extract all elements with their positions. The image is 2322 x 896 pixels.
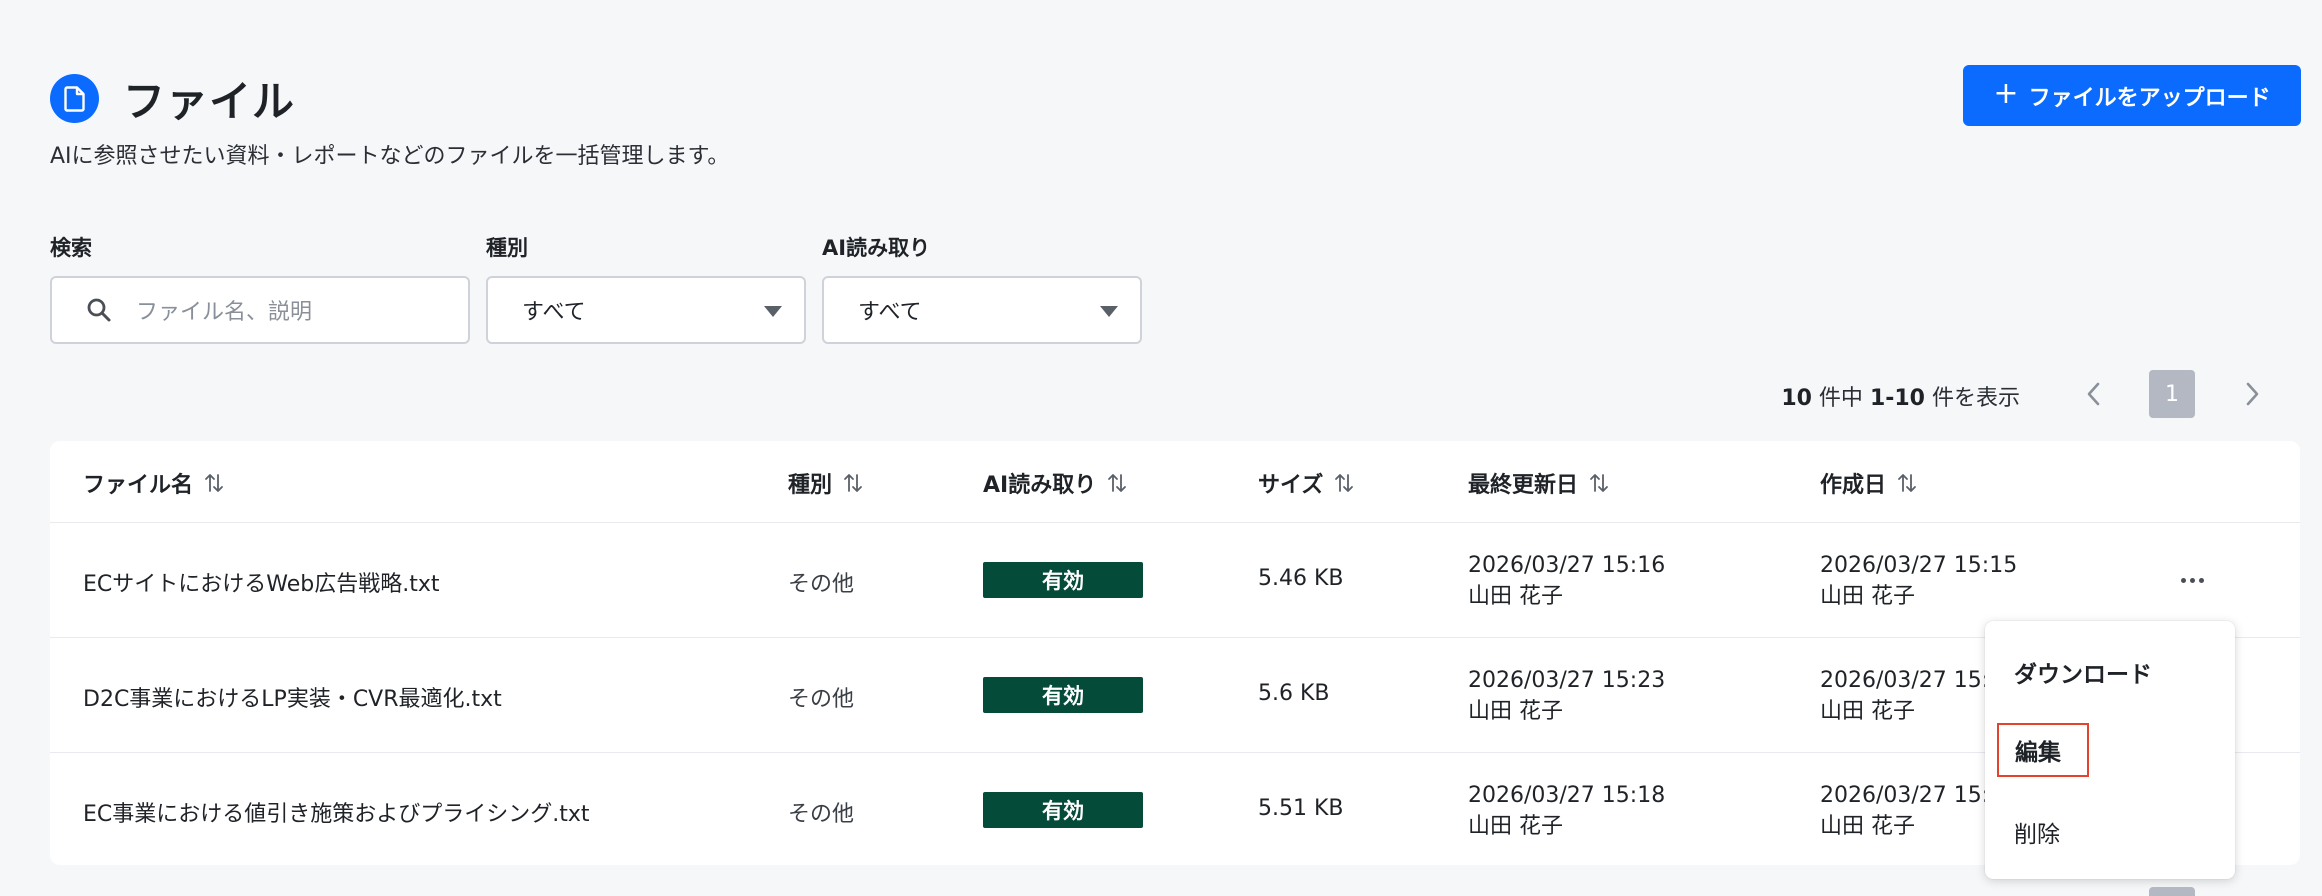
- file-type: その他: [788, 572, 855, 597]
- upload-file-button[interactable]: + ファイルをアップロード: [1963, 65, 2301, 126]
- column-header-created[interactable]: 作成日: [1820, 467, 1918, 499]
- page-title: ファイル: [123, 77, 296, 126]
- ai-select-value: すべて: [858, 300, 922, 325]
- ai-select[interactable]: すべて: [822, 276, 1142, 344]
- file-type: その他: [788, 687, 855, 712]
- chevron-left-icon: [2087, 382, 2100, 406]
- sort-icon: [844, 474, 862, 492]
- files-page: ファイル AIに参照させたい資料・レポートなどのファイルを一括管理します。 + …: [0, 0, 2322, 896]
- search-label: 検索: [50, 236, 92, 260]
- plus-icon: +: [1993, 76, 2019, 111]
- sort-icon: [205, 474, 223, 492]
- column-header-name[interactable]: ファイル名: [83, 467, 225, 499]
- file-type: その他: [788, 802, 855, 827]
- created-by: 山田 花子: [1820, 814, 1915, 839]
- type-select[interactable]: すべて: [486, 276, 806, 344]
- next-page-button[interactable]: [2232, 374, 2272, 414]
- table-row[interactable]: EC事業における値引き施策およびプライシング.txt その他 有効 5.51 K…: [50, 754, 2300, 868]
- sort-icon: [1335, 474, 1354, 492]
- pagination: 10 件中 1-10 件を表示 1: [0, 370, 2322, 418]
- type-filter: 種別 すべて: [486, 232, 806, 344]
- updated-cell: 2026/03/27 15:16 山田 花子: [1468, 550, 1665, 612]
- column-header-ai[interactable]: AI読み取り: [983, 467, 1128, 499]
- ai-status-badge: 有効: [983, 562, 1143, 598]
- more-actions-button[interactable]: [2172, 562, 2212, 598]
- file-size: 5.6 KB: [1258, 681, 1330, 706]
- document-icon: [50, 74, 99, 123]
- menu-item-delete[interactable]: 削除: [2014, 815, 2060, 849]
- sort-icon: [1108, 474, 1127, 492]
- file-name[interactable]: D2C事業におけるLP実装・CVR最適化.txt: [83, 681, 502, 713]
- file-size: 5.51 KB: [1258, 796, 1344, 821]
- ai-filter-label: AI読み取り: [822, 236, 931, 260]
- updated-date: 2026/03/27 15:23: [1468, 668, 1666, 693]
- updated-cell: 2026/03/27 15:18 山田 花子: [1468, 780, 1665, 842]
- more-icon: [2180, 577, 2186, 583]
- search-icon: [87, 298, 111, 322]
- updated-date: 2026/03/27 15:18: [1468, 783, 1666, 808]
- updated-by: 山田 花子: [1468, 584, 1563, 609]
- caret-down-icon: [764, 306, 782, 317]
- table-row[interactable]: D2C事業におけるLP実装・CVR最適化.txt その他 有効 5.6 KB 2…: [50, 639, 2300, 753]
- ai-status-badge: 有効: [983, 792, 1143, 828]
- file-name[interactable]: EC事業における値引き施策およびプライシング.txt: [83, 796, 590, 828]
- page-header: ファイル: [50, 68, 295, 129]
- updated-by: 山田 花子: [1468, 699, 1563, 724]
- sort-icon: [1590, 474, 1608, 492]
- table-row[interactable]: ECサイトにおけるWeb広告戦略.txt その他 有効 5.46 KB 2026…: [50, 524, 2300, 638]
- sort-icon: [1898, 474, 1916, 492]
- type-filter-label: 種別: [486, 236, 528, 260]
- files-table: ファイル名 種別 AI読み取り サイズ 最終更新日 作成日 ECサイトにおけるW…: [50, 441, 2300, 865]
- column-header-type[interactable]: 種別: [788, 467, 864, 499]
- file-size: 5.46 KB: [1258, 566, 1344, 591]
- table-header: ファイル名 種別 AI読み取り サイズ 最終更新日 作成日: [50, 441, 2300, 523]
- menu-item-download[interactable]: ダウンロード: [2014, 655, 2152, 689]
- created-cell: 2026/03/27 15: 山田 花子: [1820, 780, 1989, 842]
- search-placeholder: ファイル名、説明: [136, 300, 313, 325]
- updated-date: 2026/03/27 15:16: [1468, 553, 1666, 578]
- page-number-button[interactable]: 1: [2149, 370, 2195, 418]
- created-by: 山田 花子: [1820, 699, 1915, 724]
- created-date: 2026/03/27 15:: [1820, 668, 1990, 693]
- updated-cell: 2026/03/27 15:23 山田 花子: [1468, 665, 1665, 727]
- caret-down-icon: [1100, 306, 1118, 317]
- ai-filter: AI読み取り すべて: [822, 232, 1142, 344]
- created-date: 2026/03/27 15:15: [1820, 553, 2018, 578]
- page-description: AIに参照させたい資料・レポートなどのファイルを一括管理します。: [50, 144, 730, 169]
- created-by: 山田 花子: [1820, 584, 1915, 609]
- bottom-page-number-button[interactable]: [2149, 887, 2195, 896]
- search-filter: 検索 ファイル名、説明: [50, 232, 470, 344]
- type-select-value: すべて: [522, 300, 586, 325]
- column-header-size[interactable]: サイズ: [1258, 467, 1355, 499]
- pager-summary: 10 件中 1-10 件を表示: [1781, 386, 2020, 411]
- created-cell: 2026/03/27 15: 山田 花子: [1820, 665, 1989, 727]
- row-actions-menu: ダウンロード 編集 削除: [1985, 621, 2235, 879]
- file-name[interactable]: ECサイトにおけるWeb広告戦略.txt: [83, 566, 440, 598]
- upload-file-label: ファイルをアップロード: [2028, 85, 2271, 111]
- previous-page-button[interactable]: [2074, 374, 2114, 414]
- menu-item-edit[interactable]: 編集: [1997, 723, 2089, 777]
- created-date: 2026/03/27 15:: [1820, 783, 1990, 808]
- created-cell: 2026/03/27 15:15 山田 花子: [1820, 550, 2017, 612]
- column-header-updated[interactable]: 最終更新日: [1468, 467, 1610, 499]
- search-input[interactable]: ファイル名、説明: [50, 276, 470, 344]
- updated-by: 山田 花子: [1468, 814, 1563, 839]
- ai-status-badge: 有効: [983, 677, 1143, 713]
- chevron-right-icon: [2246, 382, 2259, 406]
